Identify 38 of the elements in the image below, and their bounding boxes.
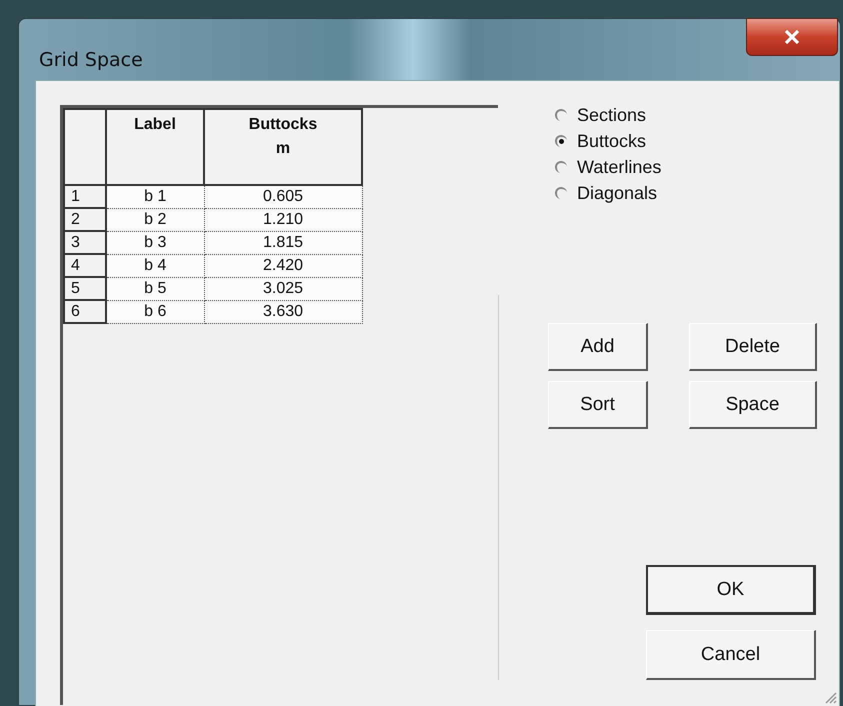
action-button[interactable]: Space	[689, 381, 817, 429]
row-header: 5	[64, 277, 106, 300]
resize-grip-icon[interactable]	[823, 690, 837, 704]
radio-button[interactable]	[555, 187, 567, 199]
cancel-button[interactable]: Cancel	[646, 630, 816, 680]
radio-option[interactable]: Buttocks	[555, 129, 662, 153]
table-cell: b 5	[106, 277, 204, 300]
row-header: 6	[64, 300, 106, 323]
table-cell: b 1	[106, 185, 204, 208]
column-header: Buttocks m	[204, 109, 362, 185]
table-cell: b 6	[106, 300, 204, 323]
row-header: 2	[64, 208, 106, 231]
table-cell: 2.420	[204, 254, 362, 277]
table-cell: 0.605	[204, 185, 362, 208]
table-cell: 3.025	[204, 277, 362, 300]
radio-button[interactable]	[555, 109, 567, 121]
row-header: 4	[64, 254, 106, 277]
table-cell: b 2	[106, 208, 204, 231]
radio-option[interactable]: Waterlines	[555, 155, 662, 179]
ok-button[interactable]: OK	[646, 565, 816, 615]
close-icon	[784, 30, 800, 44]
action-button[interactable]: Sort	[548, 381, 648, 429]
radio-option[interactable]: Sections	[555, 103, 662, 127]
table-cell: 1.210	[204, 208, 362, 231]
action-button[interactable]: Delete	[689, 323, 817, 371]
table-cell: 1.815	[204, 231, 362, 254]
table-cell: 3.630	[204, 300, 362, 323]
radio-button[interactable]	[555, 161, 567, 173]
radio-button[interactable]	[555, 135, 567, 147]
radio-option[interactable]: Diagonals	[555, 181, 662, 205]
row-header: 3	[64, 231, 106, 254]
table-cell: b 4	[106, 254, 204, 277]
column-header: Label	[106, 109, 204, 185]
table-cell: b 3	[106, 231, 204, 254]
window-title: Grid Space	[39, 49, 143, 71]
close-button[interactable]	[746, 18, 838, 56]
action-button[interactable]: Add	[548, 323, 648, 371]
row-header: 1	[64, 185, 106, 208]
